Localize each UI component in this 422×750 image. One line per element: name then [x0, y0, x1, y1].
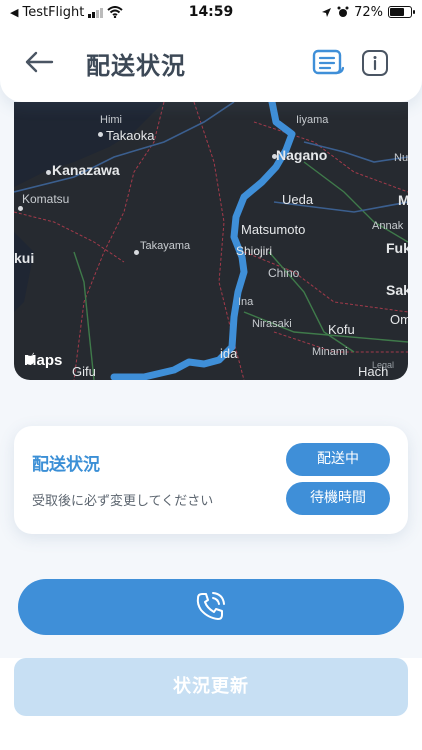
sea-area-west [14, 232, 34, 312]
map-label-ida: ida [220, 346, 238, 361]
map-label-nirasaki: Nirasaki [252, 318, 292, 330]
map-label-chino: Chino [268, 266, 300, 280]
map-label-om: Om [390, 312, 408, 327]
map-label-sak: Sak [386, 282, 408, 298]
map-label-m: M [398, 192, 408, 208]
status-bar: ◀ TestFlight 14:59 72% [0, 0, 422, 24]
call-button[interactable] [18, 579, 404, 635]
alarm-icon [337, 6, 349, 17]
update-status-button[interactable]: 状況更新 [14, 658, 408, 716]
delivery-status-card: 配送状況 受取後に必ず変更してください 配送中 待機時間 [14, 426, 408, 534]
map-label-fukay: Fukay [386, 240, 408, 256]
status-bar-right: 72% [321, 4, 415, 20]
map-legal-link[interactable]: Legal [372, 360, 394, 370]
wifi-icon [107, 6, 124, 18]
map-label-ueda: Ueda [282, 192, 314, 207]
map-label-annak: Annak [372, 220, 404, 232]
map-label-iiyama: Iiyama [296, 114, 329, 126]
delivering-status-button[interactable]: 配送中 [286, 443, 390, 476]
map-dot [46, 170, 51, 175]
map-dot [18, 206, 23, 211]
map-canvas [14, 102, 408, 380]
map-label-himi: Himi [100, 114, 122, 126]
card-title: 配送状況 [32, 455, 100, 475]
map-label-nagano: Nagano [276, 147, 328, 163]
waiting-time-button[interactable]: 待機時間 [286, 482, 390, 515]
status-bar-left: ◀ TestFlight [10, 5, 124, 20]
map-label-shiojiri: Shiojiri [236, 244, 273, 258]
map-label-kofu: Kofu [328, 322, 355, 337]
map-label-takayama: Takayama [140, 240, 191, 252]
page-title: 配送状況 [86, 52, 186, 80]
header: 配送状況 [0, 24, 422, 102]
cellular-signal-icon [88, 7, 104, 18]
list-document-icon[interactable] [311, 48, 345, 78]
phone-icon [196, 592, 225, 620]
map-label-kui: kui [14, 250, 35, 266]
apple-logo-icon [24, 352, 35, 365]
map-label-minami: Minami [312, 346, 348, 358]
map-dot [98, 132, 103, 137]
battery-percentage: 72% [354, 4, 383, 20]
back-to-app-icon[interactable]: ◀ [10, 6, 18, 19]
map-dot [134, 250, 139, 255]
battery-fill [390, 8, 405, 16]
arrow-left-icon[interactable] [24, 50, 54, 74]
map-label-matsumoto: Matsumoto [241, 222, 306, 237]
apple-maps-attribution: Maps [24, 352, 62, 369]
map-label-komatsu: Komatsu [22, 192, 70, 206]
info-icon[interactable] [358, 48, 392, 78]
back-to-app-label[interactable]: TestFlight [22, 5, 84, 20]
map-label-kanazawa: Kanazawa [52, 162, 120, 178]
map-label-gifu: Gifu [72, 364, 96, 379]
battery-icon [388, 6, 415, 18]
map-label-takaoka: Takaoka [106, 128, 155, 143]
map-label-nu: Nu [394, 152, 408, 164]
card-note: 受取後に必ず変更してください [32, 494, 214, 509]
map-label-ina: Ina [238, 296, 254, 308]
location-arrow-icon [322, 7, 332, 17]
route-map[interactable]: Himi Takaoka Iiyama Nagano Nu Kanazawa K… [14, 102, 408, 380]
